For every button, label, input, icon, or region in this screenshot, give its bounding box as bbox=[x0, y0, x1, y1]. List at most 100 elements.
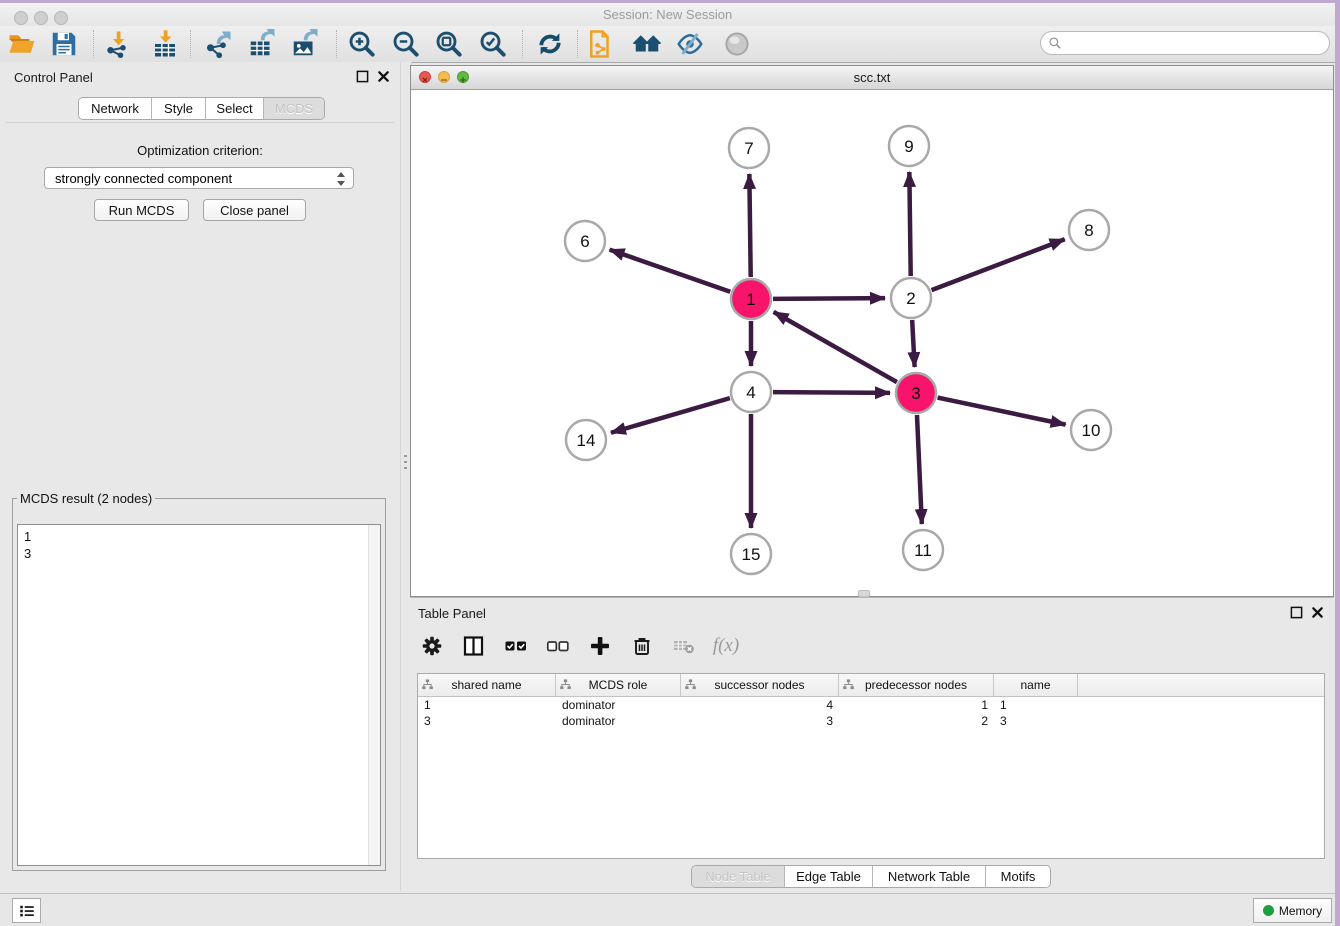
svg-text:4: 4 bbox=[746, 383, 755, 402]
edge-1-2[interactable] bbox=[773, 298, 885, 299]
tab-edge-table[interactable]: Edge Table bbox=[784, 866, 872, 887]
search-input[interactable] bbox=[1040, 31, 1330, 55]
svg-text:1: 1 bbox=[746, 290, 755, 309]
close-panel-button[interactable]: Close panel bbox=[203, 199, 306, 221]
result-scrollbar[interactable] bbox=[368, 525, 380, 865]
run-mcds-button[interactable]: Run MCDS bbox=[94, 199, 189, 221]
table-cell[interactable]: 1 bbox=[418, 697, 556, 713]
table-cell[interactable]: dominator bbox=[556, 713, 681, 729]
edge-2-8[interactable] bbox=[932, 239, 1065, 290]
network-canvas[interactable]: 1 2 3 4 6 7 8 9 10 11 14 15 bbox=[411, 90, 1333, 596]
node-1[interactable]: 1 bbox=[731, 279, 771, 319]
homes-icon[interactable] bbox=[630, 27, 664, 61]
function-builder-icon[interactable]: f(x) bbox=[712, 632, 740, 660]
memory-button[interactable]: Memory bbox=[1253, 898, 1332, 923]
network-document-icon[interactable] bbox=[583, 27, 617, 61]
zoom-in-icon[interactable] bbox=[345, 27, 379, 61]
float-panel-icon[interactable] bbox=[356, 70, 369, 83]
network-graph[interactable]: 1 2 3 4 6 7 8 9 10 11 14 15 bbox=[411, 90, 1333, 595]
export-table-icon[interactable] bbox=[245, 27, 279, 61]
network-window-header[interactable]: scc.txt bbox=[411, 66, 1333, 90]
table-cell[interactable]: 1 bbox=[994, 697, 1078, 713]
tab-network-table[interactable]: Network Table bbox=[872, 866, 985, 887]
zoom-out-icon[interactable] bbox=[389, 27, 423, 61]
table-cell[interactable]: 4 bbox=[681, 697, 839, 713]
node-10[interactable]: 10 bbox=[1071, 410, 1111, 450]
select-all-icon[interactable] bbox=[502, 632, 530, 660]
delete-columns-icon[interactable] bbox=[628, 632, 656, 660]
delete-table-icon[interactable] bbox=[670, 632, 698, 660]
import-network-icon[interactable] bbox=[101, 27, 135, 61]
tab-mcds[interactable]: MCDS bbox=[263, 98, 324, 119]
node-15[interactable]: 15 bbox=[731, 534, 771, 574]
apply-layout-icon[interactable] bbox=[533, 27, 567, 61]
node-7[interactable]: 7 bbox=[729, 128, 769, 168]
tab-network[interactable]: Network bbox=[79, 98, 151, 119]
table-row[interactable]: 3dominator323 bbox=[418, 713, 1324, 729]
column-header-successor-nodes[interactable]: successor nodes bbox=[681, 674, 839, 696]
table-mode-gear-icon[interactable] bbox=[418, 632, 446, 660]
close-table-panel-icon[interactable] bbox=[1311, 606, 1324, 619]
mcds-result-area[interactable]: 1 3 bbox=[17, 524, 381, 866]
edge-3-1[interactable] bbox=[774, 312, 897, 382]
edge-4-3[interactable] bbox=[773, 392, 890, 393]
save-session-icon[interactable] bbox=[47, 27, 81, 61]
table-cell[interactable]: 2 bbox=[839, 713, 994, 729]
edge-1-7[interactable] bbox=[749, 174, 750, 277]
table-cell[interactable]: dominator bbox=[556, 697, 681, 713]
import-table-icon[interactable] bbox=[148, 27, 182, 61]
zoom-fit-icon[interactable] bbox=[432, 27, 466, 61]
select-stepper-icon bbox=[337, 171, 346, 187]
table-cell[interactable]: 3 bbox=[994, 713, 1078, 729]
edge-2-9[interactable] bbox=[909, 172, 910, 276]
table-row[interactable]: 1dominator411 bbox=[418, 697, 1324, 713]
node-14[interactable]: 14 bbox=[566, 420, 606, 460]
tab-motifs[interactable]: Motifs bbox=[985, 866, 1050, 887]
show-columns-icon[interactable] bbox=[460, 632, 488, 660]
control-panel-header: Control Panel bbox=[0, 62, 400, 92]
mcds-result-text: 1 3 bbox=[24, 528, 31, 562]
criterion-value: strongly connected component bbox=[55, 171, 232, 186]
deselect-all-icon[interactable] bbox=[544, 632, 572, 660]
edge-3-10[interactable] bbox=[938, 398, 1066, 425]
float-table-panel-icon[interactable] bbox=[1290, 606, 1303, 619]
task-history-button[interactable] bbox=[12, 898, 41, 923]
node-4[interactable]: 4 bbox=[731, 372, 771, 412]
edge-1-6[interactable] bbox=[610, 250, 731, 292]
criterion-select[interactable]: strongly connected component bbox=[44, 167, 354, 189]
node-3[interactable]: 3 bbox=[896, 373, 936, 413]
zoom-selected-icon[interactable] bbox=[476, 27, 510, 61]
node-2[interactable]: 2 bbox=[891, 278, 931, 318]
tab-select[interactable]: Select bbox=[205, 98, 263, 119]
edge-4-14[interactable] bbox=[611, 398, 730, 433]
node-9[interactable]: 9 bbox=[889, 126, 929, 166]
main-toolbar bbox=[0, 26, 1335, 63]
column-header-name[interactable]: name bbox=[994, 674, 1078, 696]
export-network-icon[interactable] bbox=[201, 27, 235, 61]
table-cell[interactable]: 1 bbox=[839, 697, 994, 713]
node-11[interactable]: 11 bbox=[903, 530, 943, 570]
svg-text:3: 3 bbox=[911, 384, 920, 403]
node-6[interactable]: 6 bbox=[565, 221, 605, 261]
sphere-icon[interactable] bbox=[720, 27, 754, 61]
node-8[interactable]: 8 bbox=[1069, 210, 1109, 250]
edge-2-3[interactable] bbox=[912, 320, 914, 367]
tab-style[interactable]: Style bbox=[151, 98, 205, 119]
control-panel-tabs: NetworkStyleSelectMCDS bbox=[78, 97, 325, 120]
column-header-MCDS-role[interactable]: MCDS role bbox=[556, 674, 681, 696]
hide-details-eye-icon[interactable] bbox=[673, 27, 707, 61]
node-table[interactable]: shared nameMCDS rolesuccessor nodesprede… bbox=[417, 673, 1325, 859]
window-resize-grip[interactable] bbox=[858, 590, 870, 597]
open-session-icon[interactable] bbox=[5, 27, 39, 61]
table-cell[interactable]: 3 bbox=[418, 713, 556, 729]
add-column-icon[interactable] bbox=[586, 632, 614, 660]
application-window: Session: New Session bbox=[0, 0, 1335, 926]
export-image-icon[interactable] bbox=[288, 27, 322, 61]
edge-3-11[interactable] bbox=[917, 415, 922, 524]
column-header-predecessor-nodes[interactable]: predecessor nodes bbox=[839, 674, 994, 696]
column-header-shared-name[interactable]: shared name bbox=[418, 674, 556, 696]
svg-text:6: 6 bbox=[580, 232, 589, 251]
close-panel-icon[interactable] bbox=[377, 70, 390, 83]
table-cell[interactable]: 3 bbox=[681, 713, 839, 729]
tab-node-table[interactable]: Node Table bbox=[692, 866, 784, 887]
